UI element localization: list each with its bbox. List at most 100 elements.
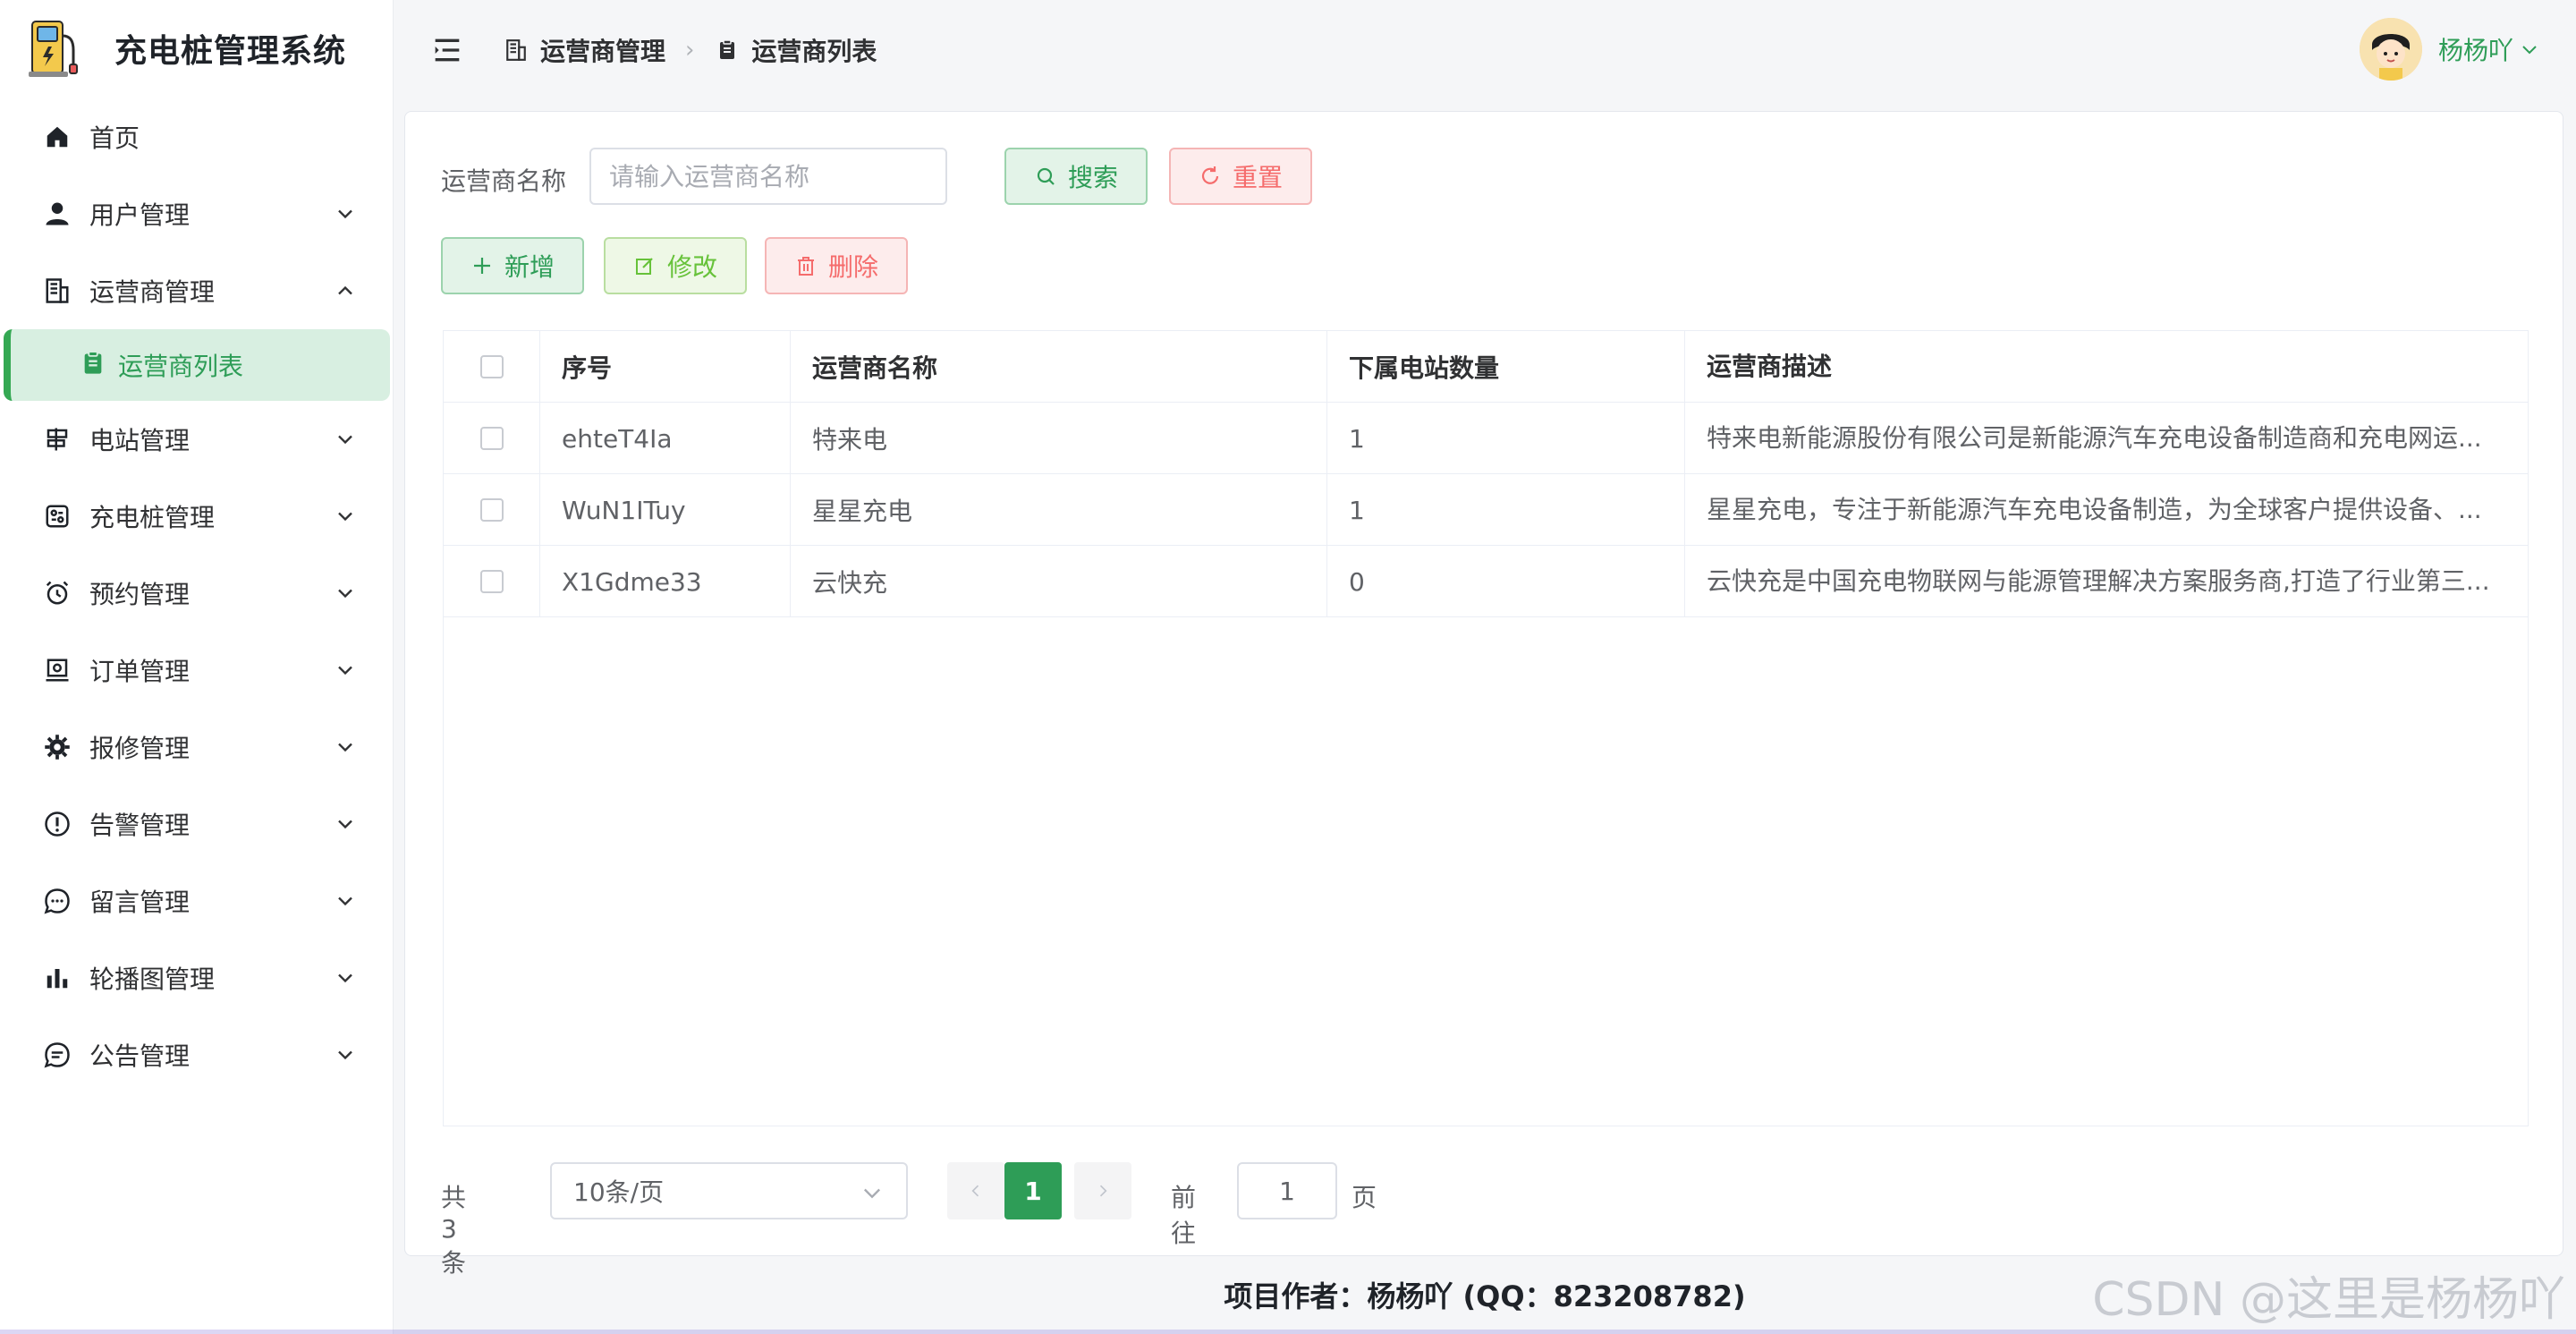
sidebar-item-label: 充电桩管理 (89, 503, 216, 532)
delete-button[interactable]: 删除 (765, 237, 908, 294)
charger-icon (39, 498, 75, 534)
collapse-menu-icon[interactable] (433, 36, 462, 64)
edit-icon (633, 254, 657, 277)
sidebar-item-orders[interactable]: 订单管理 (0, 632, 394, 709)
search-button[interactable]: 搜索 (1004, 148, 1148, 205)
chevron-down-icon (338, 973, 352, 983)
row-checkbox[interactable] (479, 498, 504, 522)
goto-page-input[interactable] (1237, 1162, 1337, 1219)
sidebar-item-label: 留言管理 (89, 888, 191, 917)
sidebar-item-operators[interactable]: 运营商管理 (0, 252, 394, 329)
cell-station-count: 1 (1327, 403, 1685, 474)
sidebar-item-home[interactable]: 首页 (0, 98, 394, 175)
plus-icon (470, 254, 494, 277)
sidebar-subitem-label: 运营商列表 (118, 352, 244, 381)
sidebar-item-carousel[interactable]: 轮播图管理 (0, 939, 394, 1016)
cell-description: 特来电新能源股份有限公司是新能源汽车充电设备制造商和充电网运... (1707, 423, 2482, 453)
user-menu[interactable]: 杨杨吖 (2359, 18, 2540, 81)
reset-button[interactable]: 重置 (1169, 148, 1312, 205)
reset-button-label: 重置 (1232, 163, 1283, 192)
sidebar-item-label: 告警管理 (89, 811, 191, 840)
chevron-down-icon (338, 1050, 352, 1060)
column-header-id[interactable]: 序号 (540, 331, 791, 403)
home-icon (39, 119, 75, 155)
signpost-icon (39, 421, 75, 457)
refresh-icon (1199, 165, 1222, 188)
building-icon (39, 273, 75, 309)
table-row[interactable]: WuN1ITuy 星星充电 1 星星充电，专注于新能源汽车充电设备制造，为全球客… (444, 474, 2528, 546)
operator-name-search-input[interactable] (589, 148, 947, 205)
page-size-select[interactable]: 10条/页 (550, 1162, 908, 1219)
column-header-name[interactable]: 运营商名称 (791, 331, 1327, 403)
bottom-divider (0, 1330, 2576, 1334)
column-header-station-count[interactable]: 下属电站数量 (1327, 331, 1685, 403)
warning-circle-icon (39, 806, 75, 842)
clipboard-icon (80, 351, 106, 379)
chevron-down-icon (338, 209, 352, 219)
sidebar-item-announcements[interactable]: 公告管理 (0, 1016, 394, 1093)
sidebar-item-label: 预约管理 (89, 580, 191, 609)
table-row[interactable]: ehteT4Ia 特来电 1 特来电新能源股份有限公司是新能源汽车充电设备制造商… (444, 403, 2528, 474)
pagination-total: 共 3 条 (441, 1183, 467, 1278)
edit-button[interactable]: 修改 (604, 237, 747, 294)
chevron-right-icon (1099, 1185, 1107, 1197)
sidebar-item-alerts[interactable]: 告警管理 (0, 786, 394, 862)
breadcrumb-label: 运营商管理 (540, 37, 666, 66)
search-button-label: 搜索 (1067, 163, 1118, 192)
sidebar-item-label: 首页 (89, 123, 140, 153)
cell-id: X1Gdme33 (540, 546, 791, 617)
page-number-button[interactable]: 1 (1004, 1162, 1062, 1219)
gear-icon (39, 729, 75, 765)
chat-dots-icon (39, 883, 75, 919)
next-page-button[interactable] (1074, 1162, 1131, 1219)
goto-label: 前往 (1171, 1183, 1197, 1248)
charging-station-logo-icon (25, 16, 82, 81)
operator-table: 序号 运营商名称 下属电站数量 运营商描述 ehteT4Ia 特来电 1 特来电… (443, 330, 2529, 1126)
ticket-icon (39, 652, 75, 688)
user-icon (39, 196, 75, 232)
chat-lines-icon (39, 1037, 75, 1073)
select-all-checkbox[interactable] (479, 355, 504, 378)
breadcrumb: 运营商管理 › 运营商列表 (503, 30, 877, 70)
table-header-row: 序号 运营商名称 下属电站数量 运营商描述 (444, 331, 2528, 403)
sidebar-item-label: 订单管理 (89, 657, 191, 686)
add-button-label: 新增 (504, 252, 555, 282)
chevron-down-icon (338, 896, 352, 906)
add-button[interactable]: 新增 (441, 237, 584, 294)
breadcrumb-item-operator-list: 运营商列表 (714, 32, 877, 68)
sidebar-item-reservations[interactable]: 预约管理 (0, 555, 394, 632)
prev-page-button[interactable] (947, 1162, 1004, 1219)
sidebar-item-messages[interactable]: 留言管理 (0, 862, 394, 939)
column-header-description[interactable]: 运营商描述 (1685, 331, 2528, 403)
cell-description: 云快充是中国充电物联网与能源管理解决方案服务商,打造了行业第三... (1707, 566, 2490, 596)
cell-id: ehteT4Ia (540, 403, 791, 474)
chevron-up-icon (338, 285, 352, 295)
sidebar-item-chargers[interactable]: 充电桩管理 (0, 478, 394, 555)
sidebar-item-repairs[interactable]: 报修管理 (0, 709, 394, 786)
sidebar-item-label: 用户管理 (89, 200, 191, 230)
breadcrumb-item-operators[interactable]: 运营商管理 (503, 32, 665, 68)
sidebar-subitem-operator-list[interactable]: 运营商列表 (4, 329, 390, 401)
trash-icon (794, 254, 818, 277)
cell-description: 星星充电，专注于新能源汽车充电设备制造，为全球客户提供设备、... (1707, 495, 2482, 524)
chevron-down-icon (338, 666, 352, 675)
alarm-clock-icon (39, 575, 75, 611)
sidebar-item-stations[interactable]: 电站管理 (0, 401, 394, 478)
top-header: 运营商管理 › 运营商列表 杨杨吖 (394, 0, 2576, 100)
chevron-down-icon (338, 743, 352, 752)
chevron-right-icon: › (685, 37, 695, 64)
search-icon (1034, 165, 1057, 188)
cell-id: WuN1ITuy (540, 474, 791, 546)
chevron-left-icon (971, 1185, 979, 1197)
row-checkbox[interactable] (479, 427, 504, 450)
table-row[interactable]: X1Gdme33 云快充 0 云快充是中国充电物联网与能源管理解决方案服务商,打… (444, 546, 2528, 617)
cell-name: 云快充 (791, 546, 1327, 617)
sidebar-menu: 首页 用户管理 运营商管理 运营商列表 电站管理 充电桩管理 预约管理 订单管理… (0, 98, 394, 1093)
sidebar-item-users[interactable]: 用户管理 (0, 175, 394, 252)
row-checkbox[interactable] (479, 570, 504, 593)
row-select-cell (444, 474, 540, 546)
cell-station-count: 0 (1327, 546, 1685, 617)
edit-button-label: 修改 (666, 252, 717, 282)
select-all-cell (444, 331, 540, 403)
cell-station-count: 1 (1327, 474, 1685, 546)
